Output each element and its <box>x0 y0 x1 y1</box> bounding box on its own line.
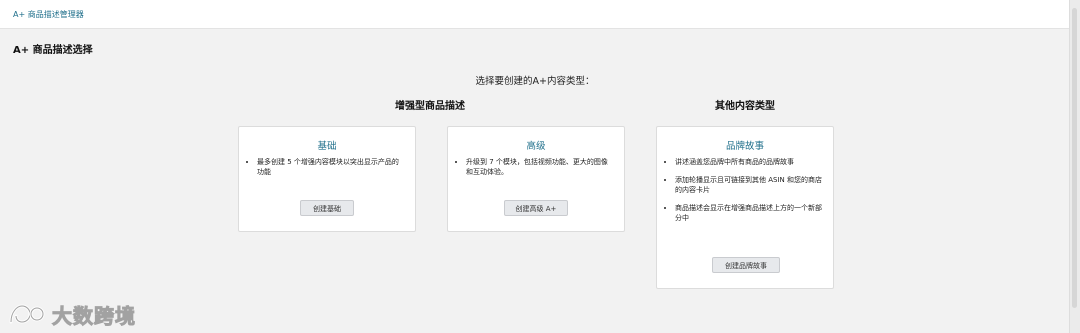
basic-card: 基础 最多创建 5 个增强内容模块以突出显示产品的功能 创建基础 <box>238 126 416 232</box>
scrollbar-thumb[interactable] <box>1072 8 1077 308</box>
create-premium-button[interactable]: 创建高级 A+ <box>504 200 568 216</box>
premium-feature-list: 升级到 7 个模块，包括视频功能、更大的图像和互动体验。 <box>448 157 624 185</box>
create-basic-button[interactable]: 创建基础 <box>300 200 354 216</box>
list-item: 讲述涵盖您品牌中所有商品的品牌故事 <box>675 157 823 167</box>
other-content-types-heading: 其他内容类型 <box>715 101 775 112</box>
premium-card: 高级 升级到 7 个模块，包括视频功能、更大的图像和互动体验。 创建高级 A+ <box>447 126 625 232</box>
brand-story-feature-list: 讲述涵盖您品牌中所有商品的品牌故事 添加轮播显示且可链接到其他 ASIN 和您的… <box>657 157 833 231</box>
create-brand-story-button[interactable]: 创建品牌故事 <box>712 257 780 273</box>
watermark: 大数跨境 <box>8 300 136 328</box>
brand-story-card: 品牌故事 讲述涵盖您品牌中所有商品的品牌故事 添加轮播显示且可链接到其他 ASI… <box>656 126 834 289</box>
watermark-text: 大数跨境 <box>52 303 136 328</box>
watermark-logo-icon <box>9 304 45 324</box>
list-item: 升级到 7 个模块，包括视频功能、更大的图像和互动体验。 <box>466 157 614 177</box>
list-item: 商品描述会显示在增强商品描述上方的一个新部分中 <box>675 203 823 223</box>
top-bar: A+ 商品描述管理器 <box>0 0 1070 29</box>
brand-story-card-title: 品牌故事 <box>725 141 764 152</box>
list-item: 添加轮播显示且可链接到其他 ASIN 和您的商店的内容卡片 <box>675 175 823 195</box>
basic-card-title: 基础 <box>317 141 337 152</box>
page-title: A+ 商品描述选择 <box>13 45 93 56</box>
premium-card-title: 高级 <box>526 141 546 152</box>
basic-feature-list: 最多创建 5 个增强内容模块以突出显示产品的功能 <box>239 157 415 185</box>
content-type-prompt: 选择要创建的A+内容类型： <box>475 76 595 87</box>
vertical-scrollbar[interactable] <box>1069 0 1080 333</box>
breadcrumb-link[interactable]: A+ 商品描述管理器 <box>13 9 84 20</box>
list-item: 最多创建 5 个增强内容模块以突出显示产品的功能 <box>257 157 405 177</box>
enhanced-description-heading: 增强型商品描述 <box>395 101 465 112</box>
